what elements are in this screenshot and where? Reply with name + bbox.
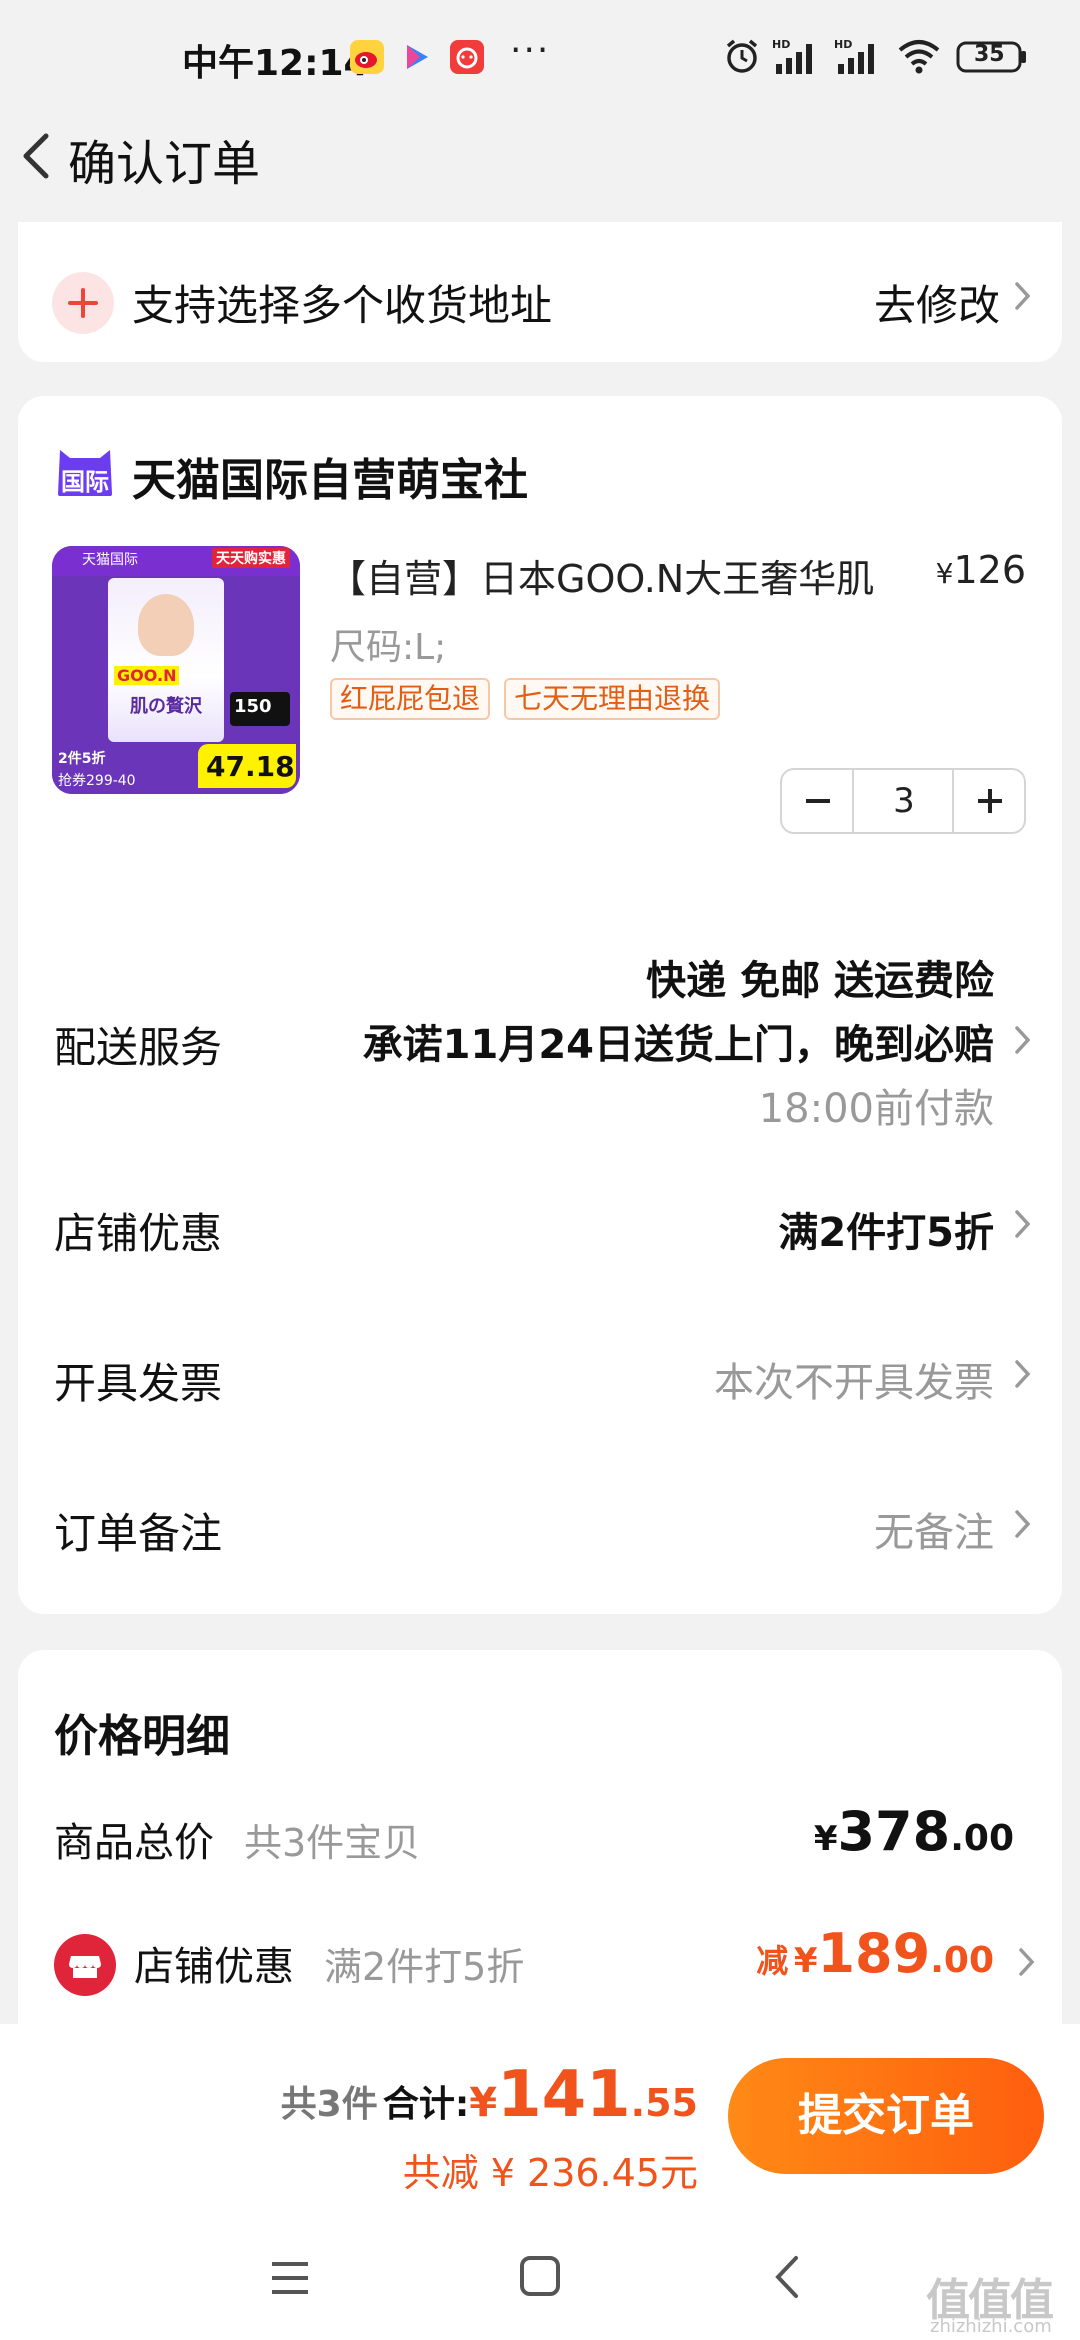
chevron-right-icon — [1012, 1206, 1034, 1242]
quantity-value[interactable]: 3 — [854, 770, 954, 832]
product-price: ¥126 — [936, 548, 1026, 592]
tag-seven-day-return: 七天无理由退换 — [504, 678, 721, 720]
store-icon-label: 国际 — [61, 468, 109, 496]
status-more-dots: ··· — [510, 30, 551, 71]
discount-int: 189 — [817, 1922, 931, 1985]
total-label: 商品总价 — [54, 1820, 214, 1866]
address-hint: 支持选择多个收货地址 — [132, 281, 553, 330]
menu-icon[interactable] — [270, 2260, 310, 2296]
nav-back-icon[interactable] — [772, 2254, 802, 2300]
price-detail-title: 价格明细 — [54, 1711, 230, 1762]
address-card[interactable]: 支持选择多个收货地址 去修改 — [18, 222, 1062, 362]
hd-label-1: HD — [772, 38, 790, 51]
total-count: 共3件宝贝 — [244, 1821, 421, 1865]
invoice-row[interactable]: 开具发票 本次不开具发票 — [18, 1320, 1062, 1420]
total-int: 378 — [837, 1800, 951, 1863]
count-value: 150 — [234, 696, 272, 717]
submit-order-button[interactable]: 提交订单 — [728, 2058, 1044, 2174]
home-icon[interactable] — [520, 2256, 560, 2296]
shop-discount-row[interactable]: 店铺优惠 满2件打5折 — [18, 1170, 1062, 1270]
delivery-row[interactable]: 配送服务 快递 免邮 送运费险 承诺11月24日送货上门，晚到必赔 18:00前… — [18, 896, 1062, 1146]
play-store-icon — [400, 40, 434, 74]
store-name[interactable]: 天猫国际自营萌宝社 — [132, 444, 528, 508]
delivery-promise: 承诺11月24日送货上门，晚到必赔 — [362, 1022, 994, 1068]
watermark-url: zhizhizhi.com — [930, 2316, 1052, 2337]
checkout-bar: 共3件 合计:¥141.55 共减 ¥ 236.45元 提交订单 — [0, 2024, 1080, 2224]
product-image-banner: 天猫国际 天天购实惠 — [52, 546, 300, 576]
total-currency: ¥ — [813, 1819, 838, 1859]
series-label: 肌の贅沢 — [130, 696, 202, 717]
product-image[interactable]: 天猫国际 天天购实惠 GOO.N 肌の贅沢 150 2件5折 抢券299-40 … — [52, 546, 300, 794]
product-title[interactable]: 【自营】日本GOO.N大王奢华肌 — [328, 548, 874, 603]
banner-right-text: 天天购实惠 — [212, 548, 290, 568]
price-detail-card: 价格明细 商品总价 共3件宝贝 ¥378.00 店铺优惠 满2件打5折 减 ¥1… — [18, 1650, 1062, 2050]
discount-dec: .00 — [930, 1940, 994, 1981]
hd-label-2: HD — [834, 38, 852, 51]
increase-button[interactable] — [954, 770, 1024, 832]
decrease-button[interactable] — [782, 770, 852, 832]
discount-rule: 满2件打5折 — [324, 1945, 525, 1989]
remark-row[interactable]: 订单备注 无备注 — [18, 1470, 1062, 1570]
weibo-icon — [350, 40, 384, 74]
wifi-icon — [896, 36, 942, 80]
sum-label: 合计: — [382, 2084, 470, 2125]
price-value: 126 — [953, 548, 1026, 592]
sum-int: 141 — [497, 2058, 631, 2132]
total-dec: .00 — [950, 1818, 1014, 1859]
status-bar: 中午12:14 ··· HD HD 35 — [0, 0, 1080, 118]
battery-level: 35 — [974, 42, 1005, 67]
baby-figure — [138, 594, 194, 656]
alarm-icon — [722, 36, 762, 80]
sum-dec: .55 — [630, 2081, 698, 2125]
chevron-right-icon — [1012, 1022, 1034, 1058]
tag-red-bottom-refund: 红屁屁包退 — [330, 678, 491, 720]
vip-price-value: 47.18 — [206, 750, 295, 783]
promo-text: 2件5折 — [58, 751, 106, 767]
discount-amount[interactable]: 减 ¥189.00 — [756, 1922, 994, 1985]
sum-currency: ¥ — [469, 2080, 498, 2126]
sum-line: 共3件 合计:¥141.55 — [281, 2058, 698, 2132]
signal-icon-1: HD — [772, 36, 824, 80]
vip-price-badge: 47.18 — [198, 744, 296, 788]
delivery-label: 配送服务 — [54, 1023, 223, 1072]
promo-sub-text: 抢券299-40 — [58, 773, 136, 789]
invoice-label: 开具发票 — [54, 1359, 223, 1408]
remark-value: 无备注 — [874, 1510, 994, 1556]
chevron-right-icon — [1012, 278, 1034, 314]
battery-icon: 35 — [956, 40, 1028, 78]
brand-label: GOO.N — [114, 666, 180, 685]
saved-amount: 共减 ¥ 236.45元 — [402, 2151, 698, 2195]
discount-currency: ¥ — [793, 1941, 818, 1981]
delivery-deadline: 18:00前付款 — [758, 1086, 994, 1132]
order-card: 国际 天猫国际自营萌宝社 天猫国际 天天购实惠 GOO.N 肌の贅沢 150 2… — [18, 396, 1062, 1614]
page-title: 确认订单 — [68, 136, 261, 192]
plus-icon — [52, 272, 114, 334]
system-nav-bar: 值值值 zhizhizhi.com — [0, 2224, 1080, 2340]
back-button[interactable] — [14, 124, 58, 188]
shop-icon — [54, 1934, 116, 1996]
quantity-stepper: 3 — [780, 768, 1026, 834]
item-count: 共3件 — [280, 2084, 378, 2125]
discount-label: 店铺优惠 — [134, 1944, 294, 1990]
signal-icon-2: HD — [834, 36, 886, 80]
delivery-line1: 快递 免邮 送运费险 — [646, 958, 994, 1004]
count-badge: 150 — [230, 692, 290, 726]
remark-label: 订单备注 — [54, 1509, 223, 1558]
discount-prefix: 减 — [756, 1942, 789, 1980]
total-price: ¥378.00 — [814, 1800, 1014, 1863]
shop-discount-label: 店铺优惠 — [54, 1209, 223, 1258]
product-package: GOO.N 肌の贅沢 — [108, 578, 224, 742]
tmall-global-icon: 国际 — [54, 446, 116, 498]
edit-address-link[interactable]: 去修改 — [874, 272, 1000, 333]
chevron-right-icon — [1016, 1944, 1038, 1980]
product-spec[interactable]: 尺码:L; — [330, 618, 446, 670]
chevron-right-icon — [1012, 1356, 1034, 1392]
price-currency: ¥ — [935, 557, 954, 590]
invoice-value: 本次不开具发票 — [714, 1360, 994, 1406]
status-time: 中午12:14 — [182, 43, 369, 84]
shop-discount-value: 满2件打5折 — [778, 1210, 994, 1256]
chevron-right-icon — [1012, 1506, 1034, 1542]
shopping-app-icon — [450, 40, 484, 74]
banner-left-text: 天猫国际 — [82, 552, 138, 568]
